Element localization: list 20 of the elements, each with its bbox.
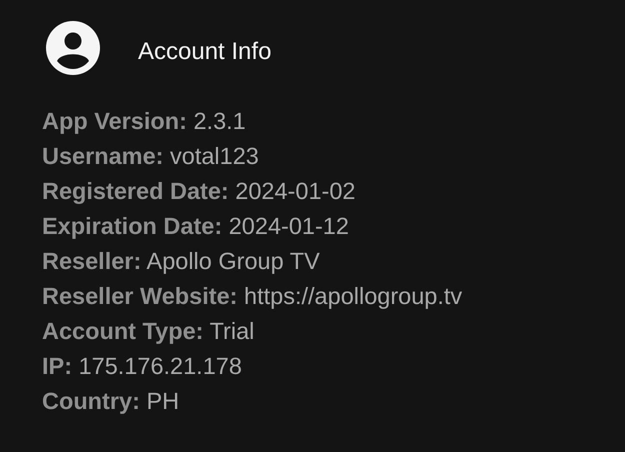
field-value: 2024-01-12 xyxy=(228,213,349,239)
field-value: PH xyxy=(146,388,180,414)
field-label: Registered Date: xyxy=(42,178,229,204)
field-label: Username: xyxy=(42,143,164,169)
field-label: Account Type: xyxy=(42,318,204,344)
field-label: Country: xyxy=(42,388,140,414)
field-label: App Version: xyxy=(42,108,187,134)
field-label: Expiration Date: xyxy=(42,213,222,239)
field-label: Reseller Website: xyxy=(42,283,238,309)
field-label: IP: xyxy=(42,353,72,379)
field-value: 2024-01-02 xyxy=(235,178,356,204)
field-value: Apollo Group TV xyxy=(146,248,320,274)
account-icon xyxy=(46,21,100,75)
field-value: https://apollogroup.tv xyxy=(244,283,462,309)
field-value: 175.176.21.178 xyxy=(78,353,242,379)
section-title: Account Info xyxy=(138,37,272,67)
field-value: Trial xyxy=(210,318,254,344)
field-value: 2.3.1 xyxy=(193,108,246,134)
field-value: votal123 xyxy=(170,143,259,169)
field-label: Reseller: xyxy=(42,248,142,274)
